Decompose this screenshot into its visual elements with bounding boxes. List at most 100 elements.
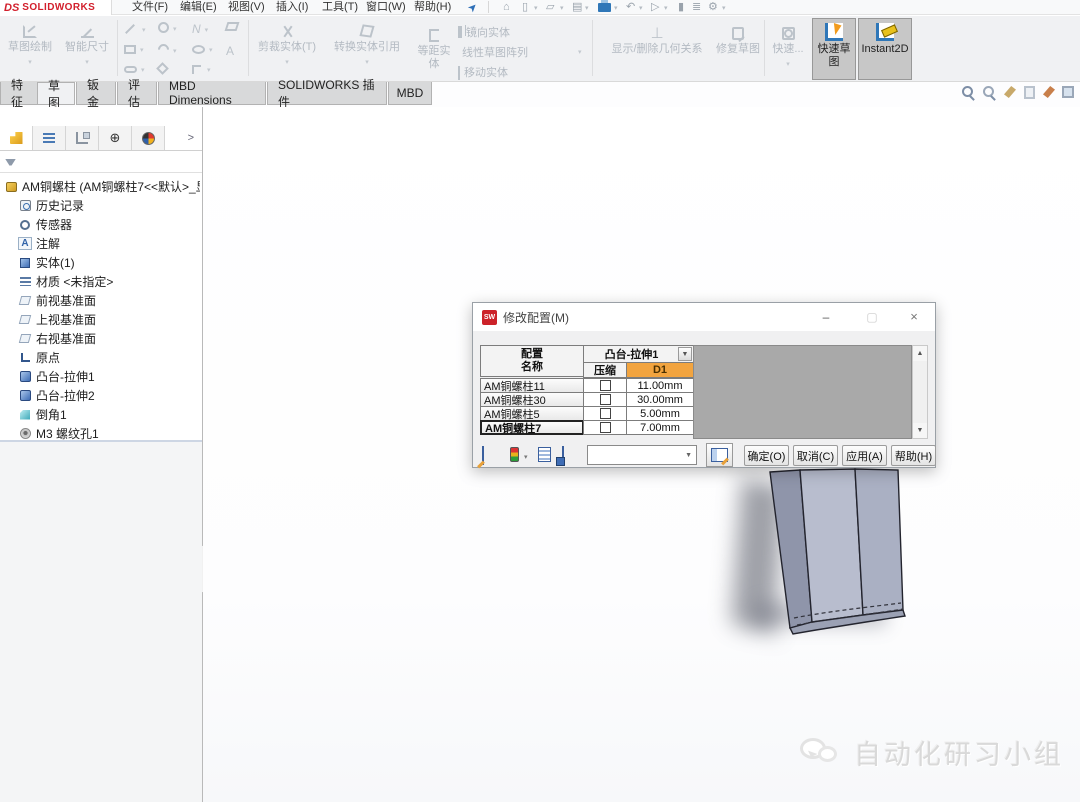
view-orientation-icon[interactable] <box>1024 86 1040 102</box>
traffic-light-dropdown-icon[interactable]: ▾ <box>524 453 528 461</box>
tab-mbd[interactable]: MBD <box>388 82 432 105</box>
line-tool-button[interactable]: ▾ <box>124 24 146 34</box>
tree-item-material[interactable]: 材质 <未指定> <box>18 272 113 291</box>
linear-pattern-button[interactable]: 线性草图阵列 <box>458 44 528 60</box>
options-gear-icon[interactable]: ⚙ <box>708 0 718 14</box>
edit-table-icon[interactable] <box>482 446 484 465</box>
tab-sketch[interactable]: 草图 <box>37 79 75 110</box>
tree-item-origin[interactable]: 原点 <box>18 348 60 367</box>
tree-filter-bar[interactable] <box>0 152 202 173</box>
dropdown-arrow-icon[interactable]: ▾ <box>365 56 369 69</box>
tree-item-sensors[interactable]: 传感器 <box>18 215 72 234</box>
tree-item-chamfer1[interactable]: 倒角1 <box>18 405 67 424</box>
undo-dropdown-icon[interactable]: ▾ <box>639 4 643 12</box>
rapid-sketch-button[interactable]: 快速草图 <box>812 18 856 80</box>
repair-sketch-button[interactable]: 修复草图 <box>716 24 760 56</box>
table-scrollbar[interactable]: ▲ ▼ <box>912 345 928 439</box>
tab-features[interactable]: 特征 <box>0 78 38 109</box>
ok-button[interactable]: 确定(O) <box>744 445 789 466</box>
select-dropdown-icon[interactable]: ▾ <box>664 4 668 12</box>
zoom-to-fit-icon[interactable] <box>962 86 978 102</box>
tab-solidworks-addins[interactable]: SOLIDWORKS 插件 <box>267 78 387 109</box>
move-entities-button[interactable]: 移动实体 <box>458 64 508 80</box>
cancel-button[interactable]: 取消(C) <box>793 445 838 466</box>
dimension-value-cell[interactable]: 7.00mm <box>626 420 694 435</box>
save-icon[interactable]: ▤ <box>572 0 582 14</box>
tab-mbd-dimensions[interactable]: MBD Dimensions <box>158 79 266 107</box>
tab-sheet-metal[interactable]: 钣金 <box>76 78 116 109</box>
group-dropdown-arrow[interactable]: ▾ <box>578 46 582 56</box>
menu-window[interactable]: 窗口(W) <box>362 1 410 14</box>
section-view-icon[interactable] <box>1004 86 1020 102</box>
dimension-value-cell[interactable]: 30.00mm <box>626 392 694 407</box>
new-document-icon[interactable]: ▯ <box>522 0 528 14</box>
edit-appearance-icon[interactable] <box>1043 86 1059 102</box>
scroll-down-icon[interactable]: ▼ <box>913 423 927 438</box>
property-manager-tab[interactable] <box>33 126 66 150</box>
traffic-light-icon[interactable] <box>510 447 519 462</box>
menu-insert[interactable]: 插入(I) <box>272 1 312 14</box>
tree-item-annotations[interactable]: A 注解 <box>18 234 60 253</box>
mirror-entities-button[interactable]: 镜向实体 <box>458 24 510 40</box>
menu-view[interactable]: 视图(V) <box>224 1 269 14</box>
new-document-dropdown-icon[interactable]: ▾ <box>534 4 538 12</box>
tree-item-front-plane[interactable]: 前视基准面 <box>18 291 96 310</box>
quick-snaps-button[interactable]: 快速... ▾ <box>768 24 808 71</box>
feature-header[interactable]: 凸台-拉伸1 ▼ <box>583 345 694 363</box>
dimension-d1-header[interactable]: D1 <box>626 362 694 378</box>
menu-help[interactable]: 帮助(H) <box>410 1 455 14</box>
table-view-combobox[interactable]: ▼ <box>587 445 697 465</box>
help-button[interactable]: 帮助(H) <box>891 445 936 466</box>
arc-tool-button[interactable]: ▾ <box>155 41 177 58</box>
menu-file[interactable]: 文件(F) <box>128 1 172 14</box>
trim-entities-button[interactable]: 剪裁实体(T) ▾ <box>252 22 322 69</box>
configuration-manager-tab[interactable] <box>66 126 99 150</box>
task-list-icon[interactable]: ≣ <box>692 0 701 14</box>
dimension-value-cell[interactable]: 5.00mm <box>626 406 694 421</box>
text-tool-button[interactable]: A <box>226 44 234 58</box>
dialog-title-bar[interactable]: SW 修改配置(M) – ▢ × <box>473 303 935 331</box>
print-dropdown-icon[interactable]: ▾ <box>614 4 618 12</box>
smart-dimension-button[interactable]: 智能尺寸 ▾ <box>60 22 114 69</box>
polygon-tool-button[interactable] <box>156 62 169 75</box>
home-icon[interactable]: ⌂ <box>503 0 510 14</box>
feature-manager-tab[interactable] <box>0 126 33 150</box>
menu-edit[interactable]: 编辑(E) <box>176 1 221 14</box>
tree-item-top-plane[interactable]: 上视基准面 <box>18 310 96 329</box>
minimize-button[interactable]: – <box>815 309 837 326</box>
zoom-to-area-icon[interactable] <box>983 86 999 102</box>
print-icon[interactable] <box>598 0 611 12</box>
save-dropdown-icon[interactable]: ▾ <box>585 4 589 12</box>
plane-tool-button[interactable] <box>224 22 240 31</box>
tree-root-part[interactable]: AM铜螺柱 (AM铜螺柱7<<默认>_显 <box>4 177 200 196</box>
solidworks-logo[interactable]: DS SOLIDWORKS <box>0 0 112 15</box>
offset-entities-button[interactable]: 等距实体 <box>414 26 454 71</box>
tree-item-right-plane[interactable]: 右视基准面 <box>18 329 96 348</box>
open-dropdown-icon[interactable]: ▾ <box>560 4 564 12</box>
options-dropdown-icon[interactable]: ▾ <box>722 4 726 12</box>
eyedropper-icon[interactable]: ▮ <box>678 0 684 14</box>
apply-button[interactable]: 应用(A) <box>842 445 887 466</box>
circle-tool-button[interactable]: ▾ <box>158 22 177 33</box>
display-manager-tab[interactable] <box>132 126 165 150</box>
dropdown-arrow-icon[interactable]: ▾ <box>28 56 32 69</box>
convert-entities-button[interactable]: 转换实体引用 ▾ <box>326 22 408 69</box>
ellipse-tool-button[interactable]: ▾ <box>192 44 213 54</box>
tree-item-history[interactable]: 历史记录 <box>18 196 84 215</box>
apply-scene-icon[interactable] <box>1062 86 1078 102</box>
standoff-3d-model[interactable] <box>730 460 960 660</box>
spline-tool-button[interactable]: N ▾ <box>192 22 208 36</box>
parameters-list-icon[interactable] <box>538 447 551 462</box>
save-table-icon[interactable] <box>562 446 564 465</box>
suppress-checkbox[interactable] <box>599 408 611 419</box>
pin-menu-icon[interactable]: ➤ <box>465 0 480 15</box>
suppress-checkbox[interactable] <box>599 422 611 433</box>
select-pointer-icon[interactable]: ▷ <box>651 0 659 14</box>
tree-item-boss-extrude1[interactable]: 凸台-拉伸1 <box>18 367 95 386</box>
dropdown-arrow-icon[interactable]: ▾ <box>786 58 790 71</box>
instant2d-button[interactable]: Instant2D <box>858 18 912 80</box>
feature-combo-arrow-icon[interactable]: ▼ <box>678 347 692 361</box>
sketch-button[interactable]: 草图绘制 ▾ <box>2 22 58 69</box>
close-button[interactable]: × <box>903 309 925 326</box>
rectangle-tool-button[interactable]: ▾ <box>124 44 144 54</box>
